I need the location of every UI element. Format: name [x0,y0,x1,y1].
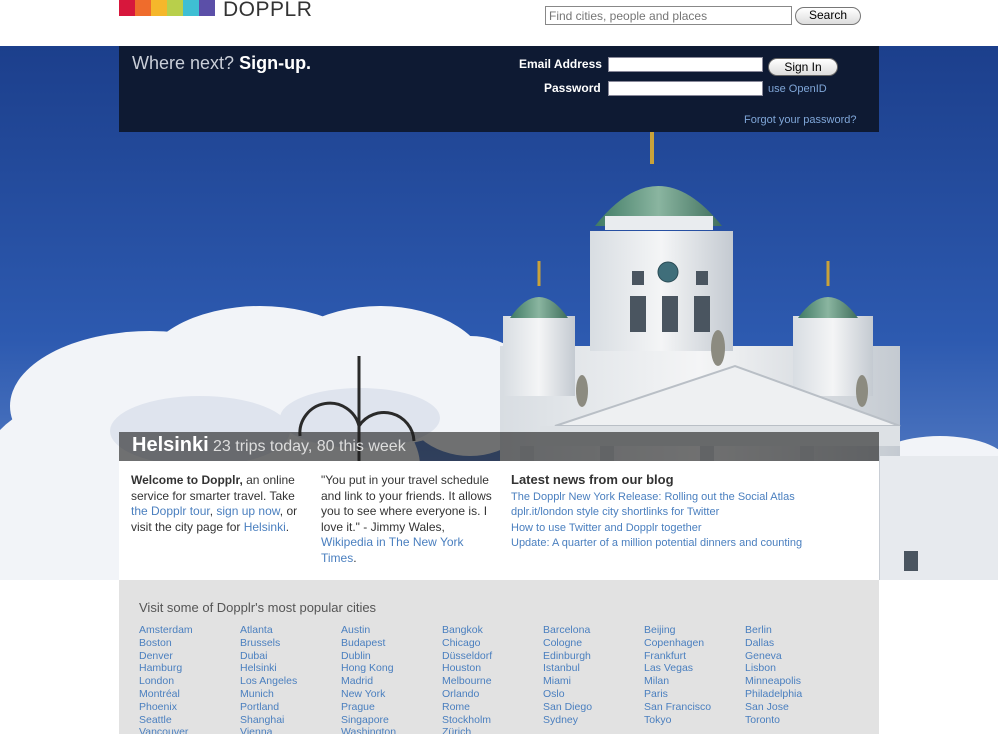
forgot-password-link[interactable]: Forgot your password? [744,114,857,126]
blog-news-item[interactable]: Update: A quarter of a million potential… [511,536,831,552]
city-link[interactable]: Lisbon [745,662,776,674]
welcome-period: . [285,519,290,534]
city-link[interactable]: Zürich [442,726,471,734]
blog-news-item[interactable]: How to use Twitter and Dopplr together [511,521,831,537]
welcome-text: Welcome to Dopplr, an online service for… [131,473,303,535]
city-link[interactable]: Seattle [139,714,172,726]
city-link[interactable]: Paris [644,688,668,700]
sign-up-link[interactable]: sign up now [216,504,279,518]
popular-cities-title: Visit some of Dopplr's most popular citi… [139,600,377,615]
signup-heading: Where next? Sign-up. [132,53,311,74]
blog-news-title: Latest news from our blog [511,472,674,487]
city-link[interactable]: Philadelphia [745,688,802,700]
city-link[interactable]: Dubai [240,650,267,662]
logo-color-bars [119,0,215,16]
city-link[interactable]: Portland [240,701,279,713]
password-label: Password [544,81,601,95]
city-link[interactable]: Düsseldorf [442,650,492,662]
city-link[interactable]: Las Vegas [644,662,693,674]
city-link[interactable]: San Jose [745,701,789,713]
city-link[interactable]: New York [341,688,385,700]
city-link[interactable]: Copenhagen [644,637,704,649]
city-link[interactable]: Edinburgh [543,650,591,662]
city-link[interactable]: Hong Kong [341,662,394,674]
city-link[interactable]: Amsterdam [139,624,193,636]
intro-panel: Welcome to Dopplr, an online service for… [119,461,879,580]
city-link[interactable]: Atlanta [240,624,273,636]
city-link[interactable]: Cologne [543,637,582,649]
city-link[interactable]: Washington [341,726,396,734]
city-link[interactable]: San Francisco [644,701,711,713]
blog-news-item[interactable]: The Dopplr New York Release: Rolling out… [511,490,831,506]
city-link[interactable]: Singapore [341,714,389,726]
search-button[interactable]: Search [795,7,861,25]
city-link[interactable]: Toronto [745,714,780,726]
city-link[interactable]: Madrid [341,675,373,687]
quote-period: . [353,550,357,565]
city-link[interactable]: Bangkok [442,624,483,636]
city-link[interactable]: Minneapolis [745,675,801,687]
city-link[interactable]: Dublin [341,650,371,662]
city-link[interactable]: Dallas [745,637,774,649]
testimonial-quote: "You put in your travel schedule and lin… [321,473,493,566]
blog-news-item[interactable]: dplr.it/london style city shortlinks for… [511,505,831,521]
city-link[interactable]: Chicago [442,637,481,649]
city-link[interactable]: Vienna [240,726,273,734]
city-link[interactable]: Hamburg [139,662,182,674]
city-link[interactable]: Helsinki [240,662,277,674]
city-link[interactable]: Houston [442,662,481,674]
openid-link[interactable]: use OpenID [768,83,827,95]
city-link[interactable]: Phoenix [139,701,177,713]
city-link[interactable]: Miami [543,675,571,687]
city-link[interactable]: Prague [341,701,375,713]
signup-prompt: Where next? [132,53,235,73]
signup-link[interactable]: Sign-up. [239,53,311,73]
city-link[interactable]: Brussels [240,637,280,649]
city-link[interactable]: Shanghai [240,714,284,726]
city-link[interactable]: Sydney [543,714,578,726]
city-link[interactable]: London [139,675,174,687]
dopplr-logo[interactable]: DOPPLR [119,0,312,21]
quote-source-link[interactable]: Wikipedia in The New York Times [321,535,464,565]
city-link[interactable]: Los Angeles [240,675,297,687]
tour-link[interactable]: the Dopplr tour [131,504,210,518]
city-link[interactable]: Milan [644,675,669,687]
password-field[interactable] [608,81,763,96]
welcome-heading: Welcome to Dopplr, [131,473,243,487]
search-input[interactable] [545,6,792,25]
popular-cities-section: Visit some of Dopplr's most popular citi… [119,580,879,734]
city-link[interactable]: Oslo [543,688,565,700]
city-link[interactable]: Austin [341,624,370,636]
sign-in-button[interactable]: Sign In [768,58,838,76]
city-link[interactable]: Tokyo [644,714,671,726]
city-link[interactable]: Melbourne [442,675,492,687]
logo-wordmark: DOPPLR [223,0,313,21]
city-link[interactable]: San Diego [543,701,592,713]
city-link[interactable]: Orlando [442,688,479,700]
signup-panel: Where next? Sign-up. Email Address Passw… [119,46,879,132]
city-trip-stats: 23 trips today, 80 this week [213,438,406,455]
city-link[interactable]: Munich [240,688,274,700]
city-link[interactable]: Rome [442,701,470,713]
city-link[interactable]: Berlin [745,624,772,636]
city-link[interactable]: Frankfurt [644,650,686,662]
city-link[interactable]: Beijing [644,624,676,636]
top-bar: DOPPLR Search [0,0,998,46]
city-link[interactable]: Geneva [745,650,782,662]
quote-text: "You put in your travel schedule and lin… [321,473,492,534]
city-banner: Helsinki 23 trips today, 80 this week [119,432,879,461]
helsinki-link[interactable]: Helsinki [244,520,286,534]
city-link[interactable]: Barcelona [543,624,590,636]
city-link[interactable]: Istanbul [543,662,580,674]
city-link[interactable]: Budapest [341,637,385,649]
city-link[interactable]: Stockholm [442,714,491,726]
city-name[interactable]: Helsinki [132,434,209,457]
city-link[interactable]: Boston [139,637,172,649]
blog-news: Latest news from our blog The Dopplr New… [511,472,831,552]
email-label: Email Address [519,57,602,71]
city-link[interactable]: Denver [139,650,173,662]
city-link[interactable]: Montréal [139,688,180,700]
city-link[interactable]: Vancouver [139,726,188,734]
email-field[interactable] [608,57,763,72]
